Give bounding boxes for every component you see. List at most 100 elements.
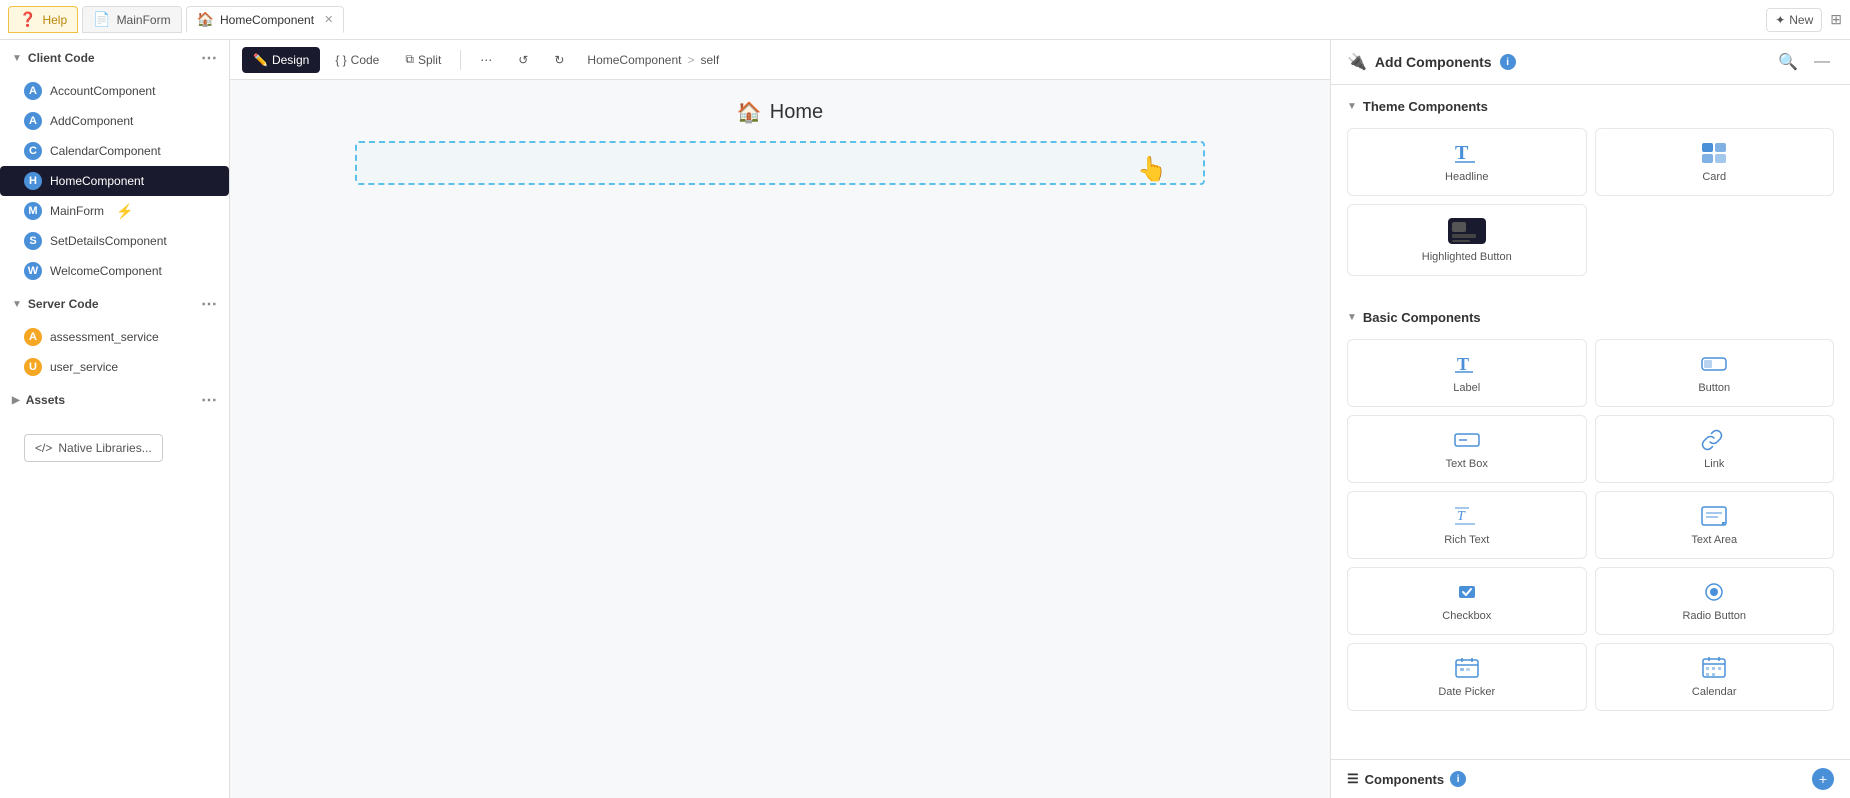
sidebar-item-welcomecomponent[interactable]: W WelcomeComponent [0, 256, 229, 286]
radiobutton-icon [1700, 580, 1728, 604]
button-icon [1700, 352, 1728, 376]
assets-header[interactable]: ▶ Assets ⋯ [0, 382, 229, 418]
mainform-label: MainForm [50, 204, 104, 218]
welcomecomponent-icon: W [24, 262, 42, 280]
sidebar-item-assessment-service[interactable]: A assessment_service [0, 322, 229, 352]
bottom-bar: ☰ Components i + [1331, 759, 1850, 798]
cursor-icon: 👆 [1137, 155, 1167, 184]
sidebar-item-setdetailscomponent[interactable]: S SetDetailsComponent [0, 226, 229, 256]
calendarcomponent-icon: C [24, 142, 42, 160]
sidebar-item-accountcomponent[interactable]: A AccountComponent [0, 76, 229, 106]
calendar-component-item[interactable]: Calendar [1595, 643, 1835, 711]
center-panel: ✏️ Design { } Code ⧉ Split ⋯ ↺ ↻ HomeCom… [230, 40, 1330, 798]
sidebar-item-mainform[interactable]: M MainForm ⚡ [0, 196, 229, 226]
server-code-more-icon[interactable]: ⋯ [201, 294, 217, 314]
theme-chevron-icon: ▼ [1347, 101, 1357, 112]
assessment-service-icon: A [24, 328, 42, 346]
split-button[interactable]: ⧉ Split [394, 46, 452, 73]
label-component-item[interactable]: T Label [1347, 339, 1587, 407]
client-code-chevron: ▼ [12, 53, 22, 64]
checkbox-component-item[interactable]: Checkbox [1347, 567, 1587, 635]
addcomponent-label: AddComponent [50, 114, 133, 128]
native-lib-container: </> Native Libraries... [0, 418, 229, 478]
tab-help[interactable]: ❓ Help [8, 6, 78, 33]
homecomponent-label: HomeComponent [50, 174, 144, 188]
basic-components-header[interactable]: ▼ Basic Components [1331, 304, 1850, 331]
design-label: Design [272, 53, 309, 67]
richtext-component-item[interactable]: T Rich Text [1347, 491, 1587, 559]
card-icon [1700, 141, 1728, 165]
radiobutton-component-item[interactable]: Radio Button [1595, 567, 1835, 635]
client-code-items: A AccountComponent A AddComponent C Cale… [0, 76, 229, 286]
sidebar-item-user-service[interactable]: U user_service [0, 352, 229, 382]
server-code-label: Server Code [28, 297, 99, 311]
sidebar-item-addcomponent[interactable]: A AddComponent [0, 106, 229, 136]
tab-help-label: Help [42, 13, 67, 27]
bottom-bar-title: ☰ Components i [1347, 771, 1466, 787]
help-icon: ❓ [19, 11, 36, 28]
redo-button[interactable]: ↻ [543, 47, 575, 73]
code-button[interactable]: { } Code [324, 47, 390, 73]
textbox-component-item[interactable]: Text Box [1347, 415, 1587, 483]
client-code-label: Client Code [28, 51, 95, 65]
link-component-item[interactable]: Link [1595, 415, 1835, 483]
split-icon: ⧉ [405, 52, 414, 67]
assets-more-icon[interactable]: ⋯ [201, 390, 217, 410]
undo-button[interactable]: ↺ [507, 47, 539, 73]
card-component-item[interactable]: Card [1595, 128, 1835, 196]
breadcrumb-separator: > [687, 53, 694, 67]
right-panel-title: 🔌 Add Components i [1347, 52, 1516, 72]
assets-section: ▶ Assets ⋯ [0, 382, 229, 418]
basic-chevron-icon: ▼ [1347, 312, 1357, 323]
link-icon [1700, 428, 1728, 452]
basic-components-label: Basic Components [1363, 310, 1481, 325]
more-options-button[interactable]: ⋯ [469, 47, 503, 73]
add-component-button[interactable]: + [1812, 768, 1834, 790]
client-code-header[interactable]: ▼ Client Code ⋯ [0, 40, 229, 76]
tab-mainform[interactable]: 📄 MainForm [82, 6, 181, 33]
card-label: Card [1702, 171, 1726, 183]
tab-bar: ❓ Help 📄 MainForm 🏠 HomeComponent ✕ ✦ Ne… [0, 0, 1850, 40]
server-code-items: A assessment_service U user_service [0, 322, 229, 382]
design-button[interactable]: ✏️ Design [242, 47, 320, 73]
canvas-drop-zone[interactable]: 👆 [355, 141, 1205, 185]
welcomecomponent-label: WelcomeComponent [50, 264, 162, 278]
headline-label: Headline [1445, 171, 1488, 183]
search-button[interactable]: 🔍 [1774, 50, 1802, 74]
headline-component-item[interactable]: T Headline [1347, 128, 1587, 196]
canvas-title-text: Home [770, 101, 823, 124]
button-component-item[interactable]: Button [1595, 339, 1835, 407]
theme-components-header[interactable]: ▼ Theme Components [1331, 93, 1850, 120]
textbox-icon [1453, 428, 1481, 452]
server-code-header[interactable]: ▼ Server Code ⋯ [0, 286, 229, 322]
textbox-label: Text Box [1446, 458, 1488, 470]
components-info-badge[interactable]: i [1450, 771, 1466, 787]
homecomp-icon: 🏠 [197, 11, 214, 28]
radiobutton-label: Radio Button [1682, 610, 1746, 622]
grid-icon[interactable]: ⊞ [1830, 11, 1842, 28]
add-components-info-badge[interactable]: i [1500, 54, 1516, 70]
sidebar-item-homecomponent[interactable]: H HomeComponent [0, 166, 229, 196]
right-panel-header: 🔌 Add Components i 🔍 — [1331, 40, 1850, 85]
toolbar: ✏️ Design { } Code ⧉ Split ⋯ ↺ ↻ HomeCom… [230, 40, 1330, 80]
canvas-content[interactable]: 🏠 Home 👆 [230, 80, 1330, 798]
new-button[interactable]: ✦ New [1766, 8, 1822, 32]
theme-components-label: Theme Components [1363, 99, 1488, 114]
basic-components-grid: T Label [1331, 331, 1850, 723]
native-libraries-button[interactable]: </> Native Libraries... [24, 434, 163, 462]
tab-homecomponent[interactable]: 🏠 HomeComponent ✕ [186, 6, 345, 33]
checkbox-icon [1453, 580, 1481, 604]
datepicker-component-item[interactable]: Date Picker [1347, 643, 1587, 711]
highlighted-button-label: Highlighted Button [1422, 251, 1512, 263]
sidebar-item-calendarcomponent[interactable]: C CalendarComponent [0, 136, 229, 166]
textarea-component-item[interactable]: Text Area [1595, 491, 1835, 559]
tab-close-icon[interactable]: ✕ [324, 13, 333, 26]
checkbox-label: Checkbox [1442, 610, 1491, 622]
code-label: Code [351, 53, 380, 67]
calendarcomponent-label: CalendarComponent [50, 144, 161, 158]
client-code-more-icon[interactable]: ⋯ [201, 48, 217, 68]
accountcomponent-icon: A [24, 82, 42, 100]
close-panel-button[interactable]: — [1810, 51, 1834, 73]
assets-chevron: ▶ [12, 395, 20, 406]
highlighted-button-item[interactable]: Highlighted Button [1347, 204, 1587, 276]
